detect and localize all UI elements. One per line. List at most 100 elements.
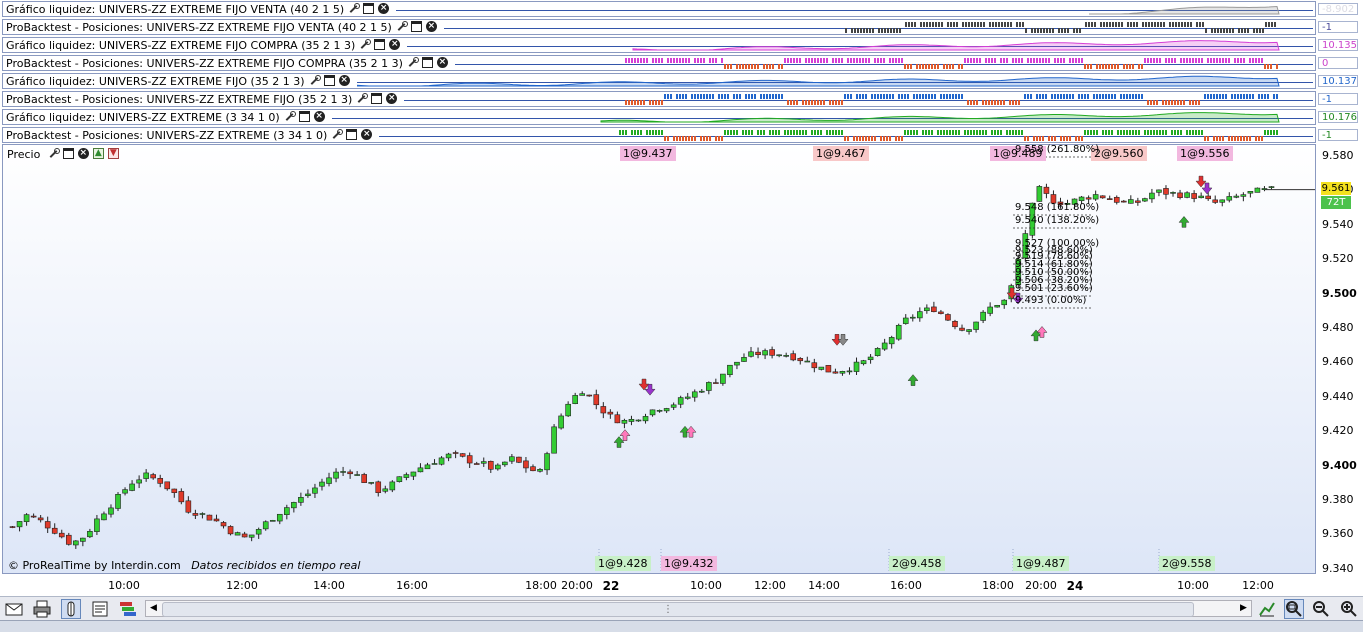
scroll-right-button[interactable]: ▶ bbox=[1237, 602, 1250, 615]
candle bbox=[1240, 192, 1247, 202]
close-icon[interactable]: × bbox=[436, 57, 448, 68]
credit-line: © ProRealTime by Interdin.com Datos reci… bbox=[8, 559, 360, 572]
indicator-panel-6[interactable]: ProBacktest - Posiciones: UNIVERS-ZZ EXT… bbox=[2, 91, 1316, 107]
candle bbox=[1177, 189, 1183, 200]
envelope-icon[interactable] bbox=[4, 599, 24, 619]
close-icon[interactable]: × bbox=[338, 75, 350, 86]
zoom-in-icon[interactable] bbox=[1339, 599, 1359, 619]
chart-tool-icon[interactable] bbox=[1257, 599, 1277, 619]
window-icon[interactable] bbox=[298, 111, 310, 122]
panel-title-label: ProBacktest - Posiciones: UNIVERS-ZZ EXT… bbox=[6, 93, 353, 106]
candle bbox=[192, 509, 199, 520]
window-icon[interactable] bbox=[371, 93, 383, 104]
candle bbox=[389, 480, 396, 493]
indicator-panel-3[interactable]: Gráfico liquidez: UNIVERS-ZZ EXTREME FIJ… bbox=[2, 37, 1316, 53]
window-icon[interactable] bbox=[363, 3, 375, 14]
indicator-panel-8[interactable]: ProBacktest - Posiciones: UNIVERS-ZZ EXT… bbox=[2, 127, 1316, 143]
trade-label[interactable]: 2@9.558 bbox=[1159, 556, 1215, 571]
window-icon[interactable] bbox=[323, 75, 335, 86]
wrench-icon[interactable] bbox=[356, 93, 369, 104]
candle bbox=[684, 392, 691, 400]
close-icon[interactable]: × bbox=[425, 21, 437, 32]
candle bbox=[298, 492, 304, 506]
candle bbox=[94, 514, 100, 536]
time-tick-label: 20:00 bbox=[561, 579, 593, 592]
candle bbox=[459, 453, 466, 458]
indicator-panels: Gráfico liquidez: UNIVERS-ZZ EXTREME FIJ… bbox=[0, 0, 1363, 144]
trade-label[interactable]: 1@9.556 bbox=[1177, 146, 1233, 161]
wrench-icon[interactable] bbox=[284, 111, 296, 122]
time-tick-label: 12:00 bbox=[226, 579, 258, 592]
buy-arrow-icon bbox=[613, 436, 625, 448]
indicator-panel-1[interactable]: Gráfico liquidez: UNIVERS-ZZ EXTREME FIJ… bbox=[2, 1, 1316, 17]
trade-label[interactable]: 1@9.467 bbox=[813, 146, 869, 161]
candle bbox=[326, 472, 332, 487]
candle bbox=[973, 321, 979, 333]
close-icon[interactable]: × bbox=[361, 129, 373, 140]
wrench-icon[interactable] bbox=[348, 3, 361, 14]
fibonacci-label: 9.501 (23.60%) bbox=[1015, 283, 1093, 294]
candle bbox=[220, 521, 227, 529]
candle bbox=[206, 514, 213, 521]
wrench-icon[interactable] bbox=[359, 39, 372, 50]
time-tick-label: 18:00 bbox=[982, 579, 1014, 592]
trade-label[interactable]: 1@9.437 bbox=[620, 146, 676, 161]
candle bbox=[1219, 199, 1226, 207]
layers-icon[interactable] bbox=[118, 599, 138, 619]
close-icon[interactable]: × bbox=[389, 39, 401, 50]
window-icon[interactable] bbox=[421, 57, 433, 68]
indicator-panel-2[interactable]: ProBacktest - Posiciones: UNIVERS-ZZ EXT… bbox=[2, 19, 1316, 35]
candle bbox=[713, 378, 719, 384]
candle bbox=[804, 356, 811, 363]
close-icon[interactable]: × bbox=[386, 93, 398, 104]
wrench-icon[interactable] bbox=[309, 75, 321, 86]
price-axis[interactable]: 9.5809.5609.5409.5209.5009.4809.4609.440… bbox=[1316, 144, 1363, 575]
candle bbox=[312, 483, 318, 498]
panel-title: Gráfico liquidez: UNIVERS-ZZ EXTREME (3 … bbox=[6, 111, 332, 124]
candle bbox=[734, 361, 740, 370]
candle bbox=[417, 463, 424, 473]
wrench-icon[interactable] bbox=[396, 21, 408, 32]
cursor-icon[interactable] bbox=[61, 599, 81, 619]
trade-label[interactable]: 2@9.458 bbox=[889, 556, 945, 571]
candle bbox=[987, 302, 993, 317]
candle bbox=[284, 504, 290, 520]
scroll-left-button[interactable]: ◀ bbox=[147, 602, 160, 615]
candle bbox=[1156, 189, 1162, 197]
zoom-out-icon[interactable] bbox=[1311, 599, 1331, 619]
indicator-panel-7[interactable]: Gráfico liquidez: UNIVERS-ZZ EXTREME (3 … bbox=[2, 109, 1316, 125]
wrench-icon[interactable] bbox=[407, 57, 419, 68]
candle bbox=[924, 304, 930, 314]
candle bbox=[1120, 199, 1127, 203]
candle bbox=[487, 460, 494, 473]
wrench-icon[interactable] bbox=[331, 129, 344, 140]
printer-icon[interactable] bbox=[32, 599, 52, 619]
window-icon[interactable] bbox=[346, 129, 358, 140]
indicator-panel-4[interactable]: ProBacktest - Posiciones: UNIVERS-ZZ EXT… bbox=[2, 55, 1316, 71]
trade-label[interactable]: 2@9.560 bbox=[1091, 146, 1147, 161]
trade-label[interactable]: 1@9.432 bbox=[661, 556, 717, 571]
close-icon[interactable]: × bbox=[378, 3, 390, 14]
credit-brand: © ProRealTime by Interdin.com bbox=[8, 559, 181, 572]
candle bbox=[368, 482, 375, 485]
scroll-thumb[interactable]: ⋮ bbox=[162, 602, 1194, 617]
window-icon[interactable] bbox=[374, 39, 386, 50]
candlestick-plot[interactable] bbox=[3, 145, 1315, 573]
time-axis[interactable]: 10:00 12:00 14:00 16:00 18:00 20:00 22 10:00 12:… bbox=[0, 574, 1316, 596]
price-chart[interactable]: Precio × ▲ ▼ 1@9.437 1@9.467 1@9.489 2@9.560 1… bbox=[2, 144, 1316, 574]
trade-label[interactable]: 1@9.487 bbox=[1013, 556, 1069, 571]
indicator-panel-5[interactable]: Gráfico liquidez: UNIVERS-ZZ EXTREME FIJ… bbox=[2, 73, 1316, 89]
candle bbox=[691, 389, 698, 402]
candle bbox=[523, 456, 529, 473]
time-scrollbar[interactable]: ◀ ⋮ ▶ bbox=[145, 600, 1252, 617]
document-icon[interactable] bbox=[90, 599, 110, 619]
candle bbox=[706, 381, 712, 395]
close-icon[interactable]: × bbox=[313, 111, 325, 122]
price-tick-label: 9.340 bbox=[1322, 561, 1354, 575]
candle bbox=[959, 324, 965, 332]
window-icon[interactable] bbox=[410, 21, 422, 32]
zoom-select-icon[interactable] bbox=[1284, 599, 1304, 619]
time-tick-label: 16:00 bbox=[396, 579, 428, 592]
trade-label[interactable]: 1@9.428 bbox=[595, 556, 651, 571]
panel-value: -1 bbox=[1318, 21, 1358, 33]
